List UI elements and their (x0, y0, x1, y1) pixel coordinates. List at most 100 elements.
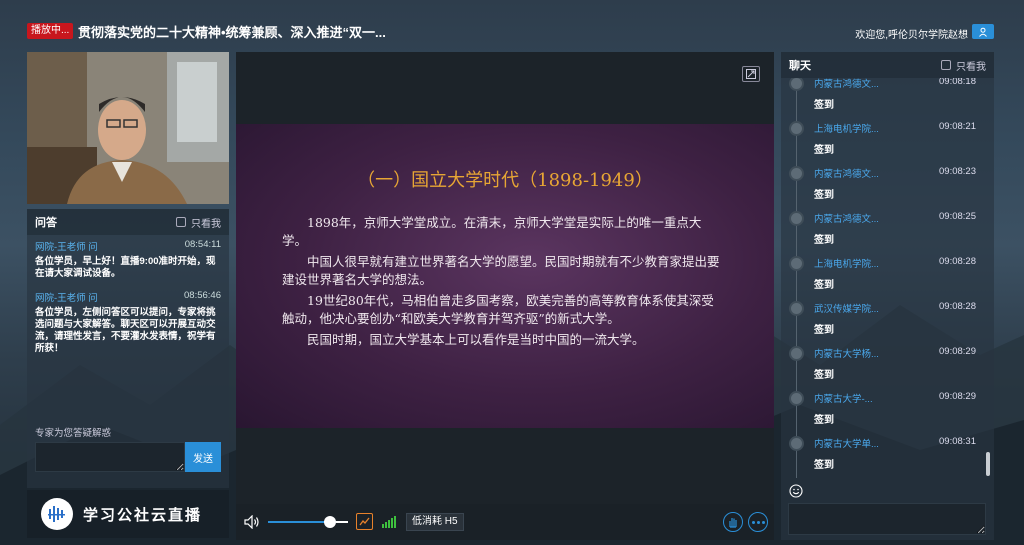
volume-icon[interactable] (244, 515, 260, 529)
picture-toggle-button[interactable] (356, 513, 373, 530)
chat-message: 内蒙古鸿德文... 09:08:18 签到 (781, 78, 986, 117)
qa-time: 08:54:11 (184, 239, 221, 250)
chat-time: 09:08:18 (939, 78, 976, 87)
chat-message: 上海电机学院... 09:08:28 签到 (781, 252, 986, 297)
qa-header: 问答 只看我 (27, 209, 229, 235)
avatar (789, 211, 804, 226)
chat-message: 武汉传媒学院... 09:08:28 签到 (781, 297, 986, 342)
chat-input[interactable] (788, 503, 986, 535)
avatar (789, 391, 804, 406)
chat-author[interactable]: 内蒙古鸿德文... (814, 211, 879, 225)
chat-text: 签到 (814, 370, 834, 381)
chat-text: 签到 (814, 460, 834, 471)
avatar (789, 436, 804, 451)
chat-message: 内蒙古大学单... 09:08:31 签到 (781, 432, 986, 477)
brand-logo-text: 学习公社云直播 (83, 505, 203, 524)
presentation-slide: （一）国立大学时代（1898-1949） 1898年，京师大学堂成立。在清末，京… (236, 124, 774, 428)
chat-time: 09:08:23 (939, 166, 976, 177)
qa-text: 各位学员，早上好！直播9:00准时开始，现在请大家调试设备。 (35, 256, 216, 279)
avatar (789, 301, 804, 316)
player-controls: 低消耗 H5 (236, 504, 774, 540)
chat-time: 09:08:28 (939, 256, 976, 267)
qa-message: 网院-王老师 问 08:54:11 各位学员，早上好！直播9:00准时开始，现在… (27, 235, 229, 286)
fullscreen-button[interactable] (742, 66, 760, 82)
qa-text: 各位学员，左侧问答区可以提问，专家将挑选问题与大家解答。聊天区可以开展互动交流，… (35, 307, 216, 354)
chat-message: 上海电机学院... 09:08:21 签到 (781, 117, 986, 162)
chat-text: 签到 (814, 145, 834, 156)
avatar (789, 346, 804, 361)
chat-message: 内蒙古鸿德文... 09:08:25 签到 (781, 207, 986, 252)
header: 播放中... 贯彻落实党的二十大精神•统筹兼顾、深入推进“双一... 欢迎您,呼… (0, 0, 1024, 58)
more-options-button[interactable] (748, 512, 768, 532)
speaker-video-frame (27, 52, 229, 204)
chat-message: 内蒙古大学杨... 09:08:29 签到 (781, 342, 986, 387)
chat-message: 内蒙古大学-... 09:08:29 签到 (781, 387, 986, 432)
slide-body: 1898年，京师大学堂成立。在清末，京师大学堂是实际上的唯一重点大学。 中国人很… (282, 214, 722, 352)
slide-paragraph: 中国人很早就有建立世界著名大学的愿望。民国时期就有不少教育家提出要建设世界著名大… (282, 254, 720, 287)
presentation-stage: （一）国立大学时代（1898-1949） 1898年，京师大学堂成立。在清末，京… (236, 52, 774, 504)
qa-author: 网院-王老师 问 (35, 293, 98, 304)
chat-scrollbar[interactable] (986, 452, 990, 476)
page-title: 贯彻落实党的二十大精神•统筹兼顾、深入推进“双一... (78, 25, 386, 40)
chat-time: 09:08:28 (939, 301, 976, 312)
speaker-video[interactable] (27, 52, 229, 204)
chat-text: 签到 (814, 280, 834, 291)
checkbox-icon[interactable] (941, 60, 951, 70)
chat-only-me-toggle[interactable]: 只看我 (941, 58, 986, 73)
chat-title: 聊天 (789, 60, 811, 72)
chat-time: 09:08:25 (939, 211, 976, 222)
brand-logo: 学习公社云直播 (27, 490, 229, 538)
slide-title: （一）国立大学时代（1898-1949） (357, 170, 653, 191)
qa-author: 网院-王老师 问 (35, 242, 98, 253)
chat-text: 签到 (814, 235, 834, 246)
avatar (789, 166, 804, 181)
avatar (789, 121, 804, 136)
brand-logo-icon (41, 498, 73, 530)
raise-hand-button[interactable] (723, 512, 743, 532)
avatar (789, 78, 804, 91)
chat-message-list[interactable]: 内蒙古鸿德文... 09:08:18 签到 上海电机学院... 09:08:21 签… (781, 78, 986, 478)
qa-time: 08:56:46 (184, 290, 221, 301)
chat-time: 09:08:29 (939, 346, 976, 357)
hand-icon (729, 518, 737, 528)
volume-knob[interactable] (324, 516, 336, 528)
chat-author[interactable]: 内蒙古大学杨... (814, 346, 879, 360)
chat-author[interactable]: 内蒙古鸿德文... (814, 166, 879, 180)
quality-selector[interactable]: 低消耗 H5 (406, 513, 464, 531)
qa-input-hint: 专家为您答疑解惑 (35, 428, 112, 439)
live-status-badge: 播放中... (27, 23, 74, 39)
chat-author[interactable]: 内蒙古鸿德文... (814, 78, 879, 90)
chat-header: 聊天 只看我 (781, 52, 994, 78)
chat-author[interactable]: 内蒙古大学单... (814, 436, 879, 450)
slide-paragraph: 民国时期，国立大学基本上可以看作是当时中国的一流大学。 (307, 332, 645, 347)
qa-only-me-label: 只看我 (191, 218, 221, 230)
qa-message: 网院-王老师 问 08:56:46 各位学员，左侧问答区可以提问，专家将挑选问题… (27, 286, 229, 361)
chat-text: 签到 (814, 100, 834, 111)
chat-text: 签到 (814, 415, 834, 426)
chat-author[interactable]: 武汉传媒学院... (814, 301, 879, 315)
chat-author[interactable]: 内蒙古大学-... (814, 391, 873, 405)
qa-send-button[interactable]: 发送 (185, 442, 221, 472)
user-icon (979, 27, 987, 37)
qa-title: 问答 (35, 217, 57, 229)
checkbox-icon[interactable] (176, 217, 186, 227)
chat-time: 09:08:29 (939, 391, 976, 402)
chat-author[interactable]: 上海电机学院... (814, 256, 879, 270)
signal-strength-icon (382, 516, 396, 528)
user-menu-button[interactable] (972, 24, 994, 39)
qa-only-me-toggle[interactable]: 只看我 (176, 215, 221, 230)
volume-track-rest (336, 521, 348, 523)
qa-input[interactable] (35, 442, 185, 472)
chat-time: 09:08:21 (939, 121, 976, 132)
chat-time: 09:08:31 (939, 436, 976, 447)
chat-panel: 聊天 只看我 内蒙古鸿德文... 09:08:18 签到 上海电机学院... 09:… (781, 52, 994, 540)
chat-only-me-label: 只看我 (956, 61, 986, 73)
welcome-text: 欢迎您,呼伦贝尔学院赵想 (855, 30, 968, 41)
chat-message: 内蒙古鸿德文... 09:08:23 签到 (781, 162, 986, 207)
chat-author[interactable]: 上海电机学院... (814, 121, 879, 135)
chat-text: 签到 (814, 325, 834, 336)
emoji-icon[interactable] (789, 484, 803, 498)
chat-text: 签到 (814, 190, 834, 201)
slide-paragraph: 1898年，京师大学堂成立。在清末，京师大学堂是实际上的唯一重点大学。 (282, 215, 702, 248)
avatar (789, 256, 804, 271)
